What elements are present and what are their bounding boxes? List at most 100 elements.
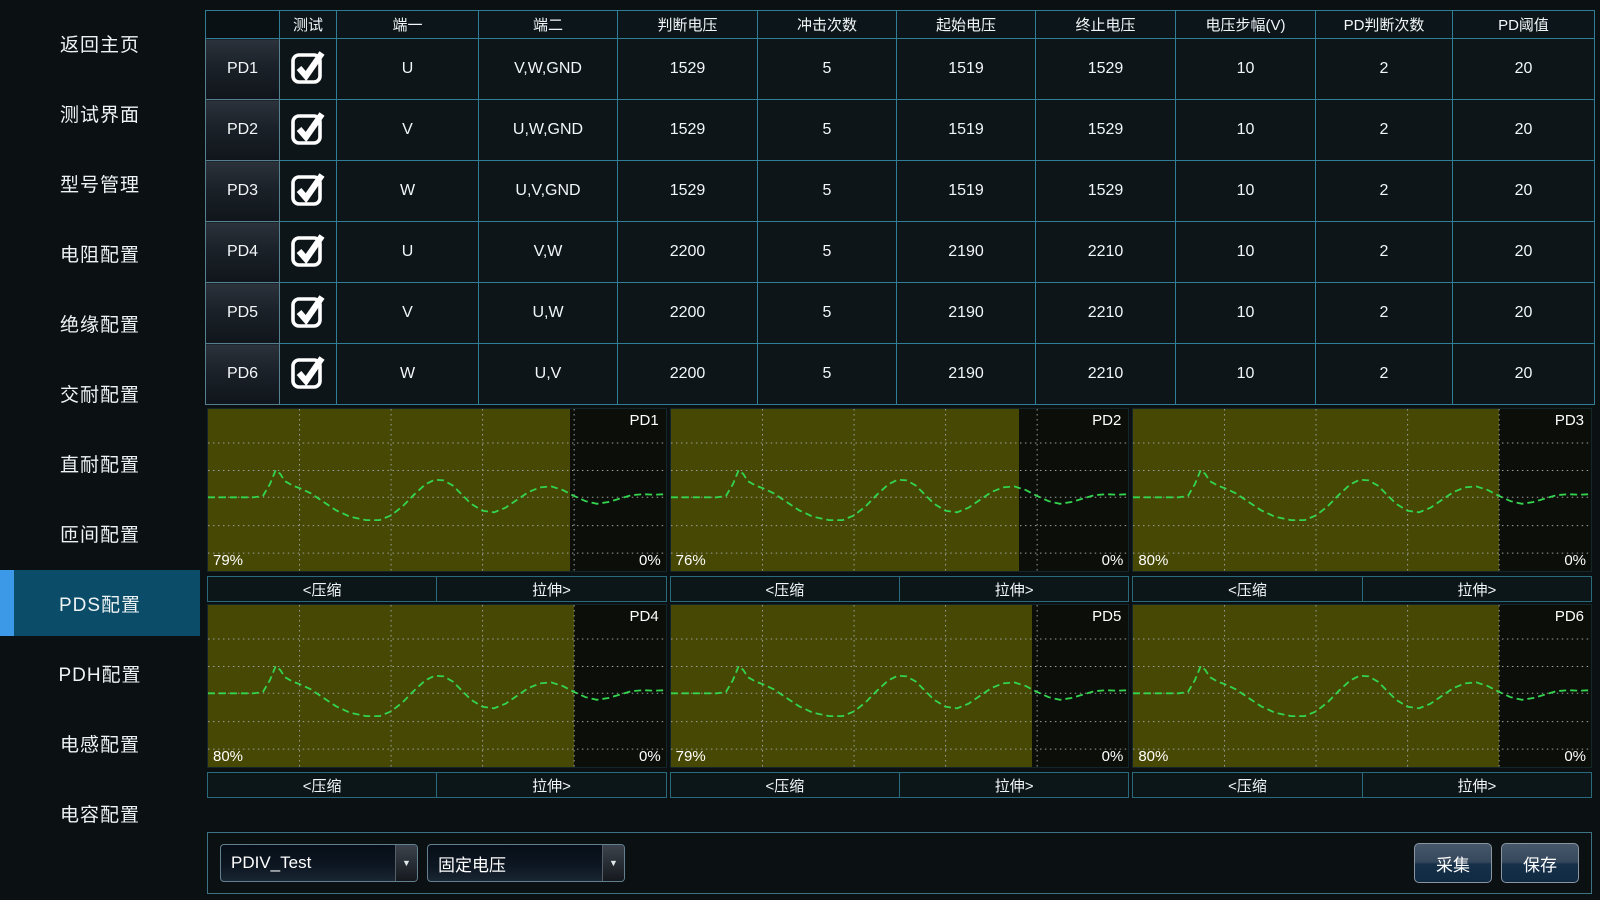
value-cell: 1529 [618,100,758,161]
checkbox-checked-icon[interactable] [289,109,327,147]
waveform-trace [671,470,1129,520]
value-cell: 20 [1453,100,1595,161]
sidebar-item-匝间配置[interactable]: 匝间配置 [0,498,200,568]
column-header: 终止电压 [1036,11,1176,39]
table-row: PD2VU,W,GND152951519152910220 [206,100,1595,161]
checkbox-checked-icon[interactable] [289,48,327,86]
column-header: 测试 [280,11,337,39]
checkbox-checked-icon[interactable] [289,292,327,330]
chart-column-PD2: PD276%0% <压缩拉伸> [670,408,1130,602]
value-cell: 5 [758,222,897,283]
stretch-button-PD2[interactable]: 拉伸> [900,576,1129,602]
value-cell: 10 [1176,100,1316,161]
chevron-down-icon[interactable]: ▼ [395,845,417,881]
chevron-down-icon[interactable]: ▼ [602,845,624,881]
chart-zoom-controls: <压缩拉伸> [1132,576,1592,602]
table-row: PD1UV,W,GND152951519152910220 [206,39,1595,100]
sidebar-item-直耐配置[interactable]: 直耐配置 [0,428,200,498]
value-cell: 1529 [618,161,758,222]
value-cell: U,V,GND [479,161,618,222]
value-cell: 20 [1453,161,1595,222]
stretch-button-PD5[interactable]: 拉伸> [900,772,1129,798]
voltage-mode-dropdown-value: 固定电压 [428,851,602,876]
sidebar-item-电容配置[interactable]: 电容配置 [0,778,200,848]
sidebar: 返回主页测试界面型号管理电阻配置绝缘配置交耐配置直耐配置匝间配置PDS配置PDH… [0,0,200,900]
test-checkbox-cell [280,344,337,405]
table-row: PD3WU,V,GND152951519152910220 [206,161,1595,222]
stretch-button-PD6[interactable]: 拉伸> [1363,772,1592,798]
row-name: PD1 [206,39,280,100]
sidebar-item-电阻配置[interactable]: 电阻配置 [0,218,200,288]
value-cell: 2 [1316,39,1453,100]
compress-button-PD5[interactable]: <压缩 [670,772,900,798]
value-cell: 1519 [897,39,1036,100]
pd-config-table: 测试端一端二判断电压冲击次数起始电压终止电压电压步幅(V)PD判断次数PD阈值 … [205,10,1595,405]
value-cell: 10 [1176,39,1316,100]
compress-button-PD2[interactable]: <压缩 [670,576,900,602]
waveform-trace [208,666,666,716]
sidebar-item-返回主页[interactable]: 返回主页 [0,8,200,78]
stretch-button-PD3[interactable]: 拉伸> [1363,576,1592,602]
voltage-mode-dropdown[interactable]: 固定电压 ▼ [427,844,625,882]
compress-button-PD3[interactable]: <压缩 [1132,576,1362,602]
waveform-chart-PD1: PD179%0% [207,408,667,572]
checkbox-checked-icon[interactable] [289,231,327,269]
value-cell: 1519 [897,100,1036,161]
value-cell: 20 [1453,283,1595,344]
value-cell: 5 [758,283,897,344]
sidebar-item-测试界面[interactable]: 测试界面 [0,78,200,148]
chart-column-PD4: PD480%0% <压缩拉伸> [207,604,667,798]
test-checkbox-cell [280,100,337,161]
stretch-button-PD1[interactable]: 拉伸> [437,576,666,602]
waveform-trace [208,470,666,520]
right-percent-label: 0% [639,748,661,765]
chart-zoom-controls: <压缩拉伸> [207,772,667,798]
value-cell: 20 [1453,222,1595,283]
value-cell: U [337,39,479,100]
column-header: 起始电压 [897,11,1036,39]
value-cell: 1529 [618,39,758,100]
value-cell: 20 [1453,344,1595,405]
row-name: PD5 [206,283,280,344]
value-cell: W [337,344,479,405]
right-percent-label: 0% [1102,748,1124,765]
value-cell: V,W [479,222,618,283]
chart-column-PD1: PD179%0% <压缩拉伸> [207,408,667,602]
value-cell: U,W [479,283,618,344]
value-cell: 10 [1176,283,1316,344]
test-type-dropdown[interactable]: PDIV_Test ▼ [220,844,418,882]
compress-button-PD6[interactable]: <压缩 [1132,772,1362,798]
sidebar-item-绝缘配置[interactable]: 绝缘配置 [0,288,200,358]
sidebar-item-型号管理[interactable]: 型号管理 [0,148,200,218]
waveform-chart-PD5: PD579%0% [670,604,1130,768]
value-cell: 5 [758,344,897,405]
chart-zoom-controls: <压缩拉伸> [670,576,1130,602]
column-header: 判断电压 [618,11,758,39]
sidebar-item-PDH配置[interactable]: PDH配置 [0,638,200,708]
chart-zoom-controls: <压缩拉伸> [207,576,667,602]
sidebar-item-PDS配置[interactable]: PDS配置 [0,570,200,636]
value-cell: 2200 [618,344,758,405]
checkbox-checked-icon[interactable] [289,170,327,208]
value-cell: 2 [1316,283,1453,344]
pds-config-screen: 返回主页测试界面型号管理电阻配置绝缘配置交耐配置直耐配置匝间配置PDS配置PDH… [0,0,1600,900]
compress-button-PD1[interactable]: <压缩 [207,576,437,602]
save-button[interactable]: 保存 [1501,843,1579,883]
waveform-chart-PD3: PD380%0% [1132,408,1592,572]
value-cell: 2 [1316,161,1453,222]
value-cell: W [337,161,479,222]
waveform-chart-PD6: PD680%0% [1132,604,1592,768]
right-percent-label: 0% [1564,748,1586,765]
value-cell: 2190 [897,344,1036,405]
value-cell: U,V [479,344,618,405]
compress-button-PD4[interactable]: <压缩 [207,772,437,798]
checkbox-checked-icon[interactable] [289,353,327,391]
left-percent-label: 80% [1138,748,1168,765]
sidebar-item-电感配置[interactable]: 电感配置 [0,708,200,778]
waveform-chart-PD4: PD480%0% [207,604,667,768]
stretch-button-PD4[interactable]: 拉伸> [437,772,666,798]
sidebar-item-交耐配置[interactable]: 交耐配置 [0,358,200,428]
collect-button[interactable]: 采集 [1414,843,1492,883]
waveform-chart-PD2: PD276%0% [670,408,1130,572]
row-name: PD2 [206,100,280,161]
